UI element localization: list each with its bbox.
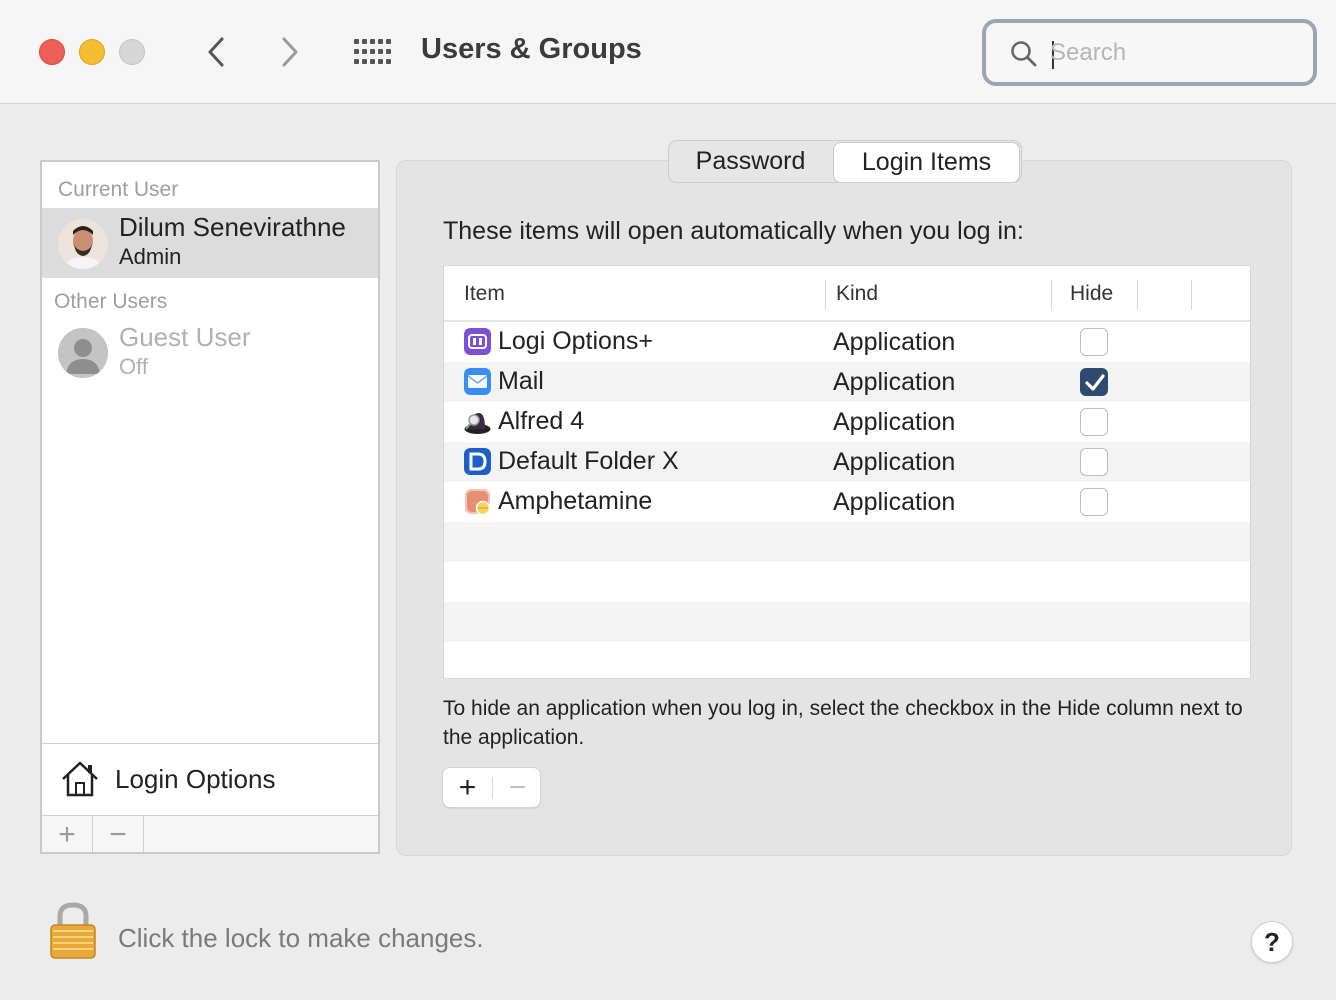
table-header: Item Kind Hide: [444, 266, 1250, 322]
amphetamine-icon: [465, 489, 491, 515]
column-divider: [1051, 280, 1052, 310]
users-list: Current User Dilum Senevirathne Admin Ot…: [40, 160, 380, 854]
item-name: Mail: [498, 367, 544, 395]
alfred-icon: [464, 413, 491, 434]
item-name: Logi Options+: [498, 327, 653, 355]
help-button[interactable]: ?: [1251, 921, 1293, 963]
mail-icon: [464, 368, 491, 395]
hide-checkbox[interactable]: [1080, 488, 1108, 516]
add-user-button[interactable]: +: [42, 816, 93, 853]
table-row[interactable]: Default Folder X Application: [444, 442, 1250, 482]
column-header-hide[interactable]: Hide: [1070, 282, 1113, 306]
minimize-button[interactable]: [79, 39, 105, 65]
tab-login-items[interactable]: Login Items: [833, 142, 1020, 182]
hide-checkbox[interactable]: [1080, 448, 1108, 476]
column-divider: [825, 280, 826, 310]
item-name: Default Folder X: [498, 447, 679, 475]
back-button[interactable]: [196, 30, 236, 74]
guest-user-name[interactable]: Guest User: [119, 322, 251, 353]
item-kind: Application: [833, 328, 956, 356]
empty-row: [444, 602, 1250, 642]
item-kind: Application: [833, 448, 956, 476]
intro-text: These items will open automatically when…: [443, 217, 1024, 245]
table-row[interactable]: Logi Options+ Application: [444, 322, 1250, 362]
remove-user-button[interactable]: −: [93, 816, 144, 853]
table-row[interactable]: Amphetamine Application: [444, 482, 1250, 522]
empty-row: [444, 562, 1250, 602]
search-field[interactable]: [982, 19, 1317, 86]
item-kind: Application: [833, 408, 956, 436]
hide-checkbox[interactable]: [1080, 408, 1108, 436]
help-text: To hide an application when you log in, …: [443, 697, 1243, 749]
empty-row: [444, 522, 1250, 562]
close-button[interactable]: [39, 39, 65, 65]
item-name: Amphetamine: [498, 487, 653, 515]
avatar: [58, 219, 108, 269]
show-all-button[interactable]: [352, 37, 392, 67]
user-row-current[interactable]: Dilum Senevirathne Admin: [42, 208, 378, 278]
checkmark-icon: [1085, 374, 1105, 391]
window-title: Users & Groups: [421, 33, 642, 65]
tab-bar: Password Login Items: [668, 140, 1022, 183]
title-bar: Users & Groups: [0, 0, 1336, 104]
guest-avatar-icon[interactable]: [58, 328, 108, 378]
login-items-table: Item Kind Hide Logi Options+ Application…: [443, 265, 1251, 679]
guest-user-status: Off: [119, 354, 148, 379]
add-item-button[interactable]: +: [443, 768, 492, 807]
column-divider: [1191, 280, 1192, 310]
forward-button[interactable]: [270, 30, 310, 74]
lock-message: Click the lock to make changes.: [118, 923, 484, 953]
user-name: Dilum Senevirathne: [119, 212, 346, 242]
lock-icon[interactable]: [48, 902, 98, 960]
add-remove-control: + −: [442, 767, 541, 808]
other-users-header: Other Users: [54, 290, 168, 313]
item-name: Alfred 4: [498, 407, 585, 435]
chevron-right-icon: [282, 37, 298, 67]
grid-icon: [354, 39, 391, 64]
item-kind: Application: [833, 368, 956, 396]
login-options-label: Login Options: [115, 764, 276, 794]
table-row[interactable]: Alfred 4 Application: [444, 402, 1250, 442]
remove-item-button[interactable]: −: [493, 768, 542, 807]
house-icon: [62, 761, 98, 797]
item-kind: Application: [833, 488, 956, 516]
login-options-item[interactable]: Login Options: [42, 743, 378, 815]
current-user-header: Current User: [58, 178, 179, 201]
logi-options-icon: [464, 328, 491, 355]
table-row[interactable]: Mail Application: [444, 362, 1250, 402]
search-input[interactable]: [1050, 33, 1300, 73]
hide-checkbox[interactable]: [1080, 328, 1108, 356]
chevron-left-icon: [208, 37, 224, 67]
hide-checkbox[interactable]: [1080, 368, 1108, 396]
search-icon: [1011, 41, 1037, 67]
zoom-button[interactable]: [119, 39, 145, 65]
column-divider: [1137, 280, 1138, 310]
default-folder-icon: [464, 448, 491, 475]
user-role: Admin: [119, 244, 182, 269]
column-header-item[interactable]: Item: [464, 282, 505, 306]
tab-password[interactable]: Password: [669, 141, 832, 182]
user-list-toolbar: + −: [42, 815, 378, 853]
column-header-kind[interactable]: Kind: [836, 282, 878, 306]
